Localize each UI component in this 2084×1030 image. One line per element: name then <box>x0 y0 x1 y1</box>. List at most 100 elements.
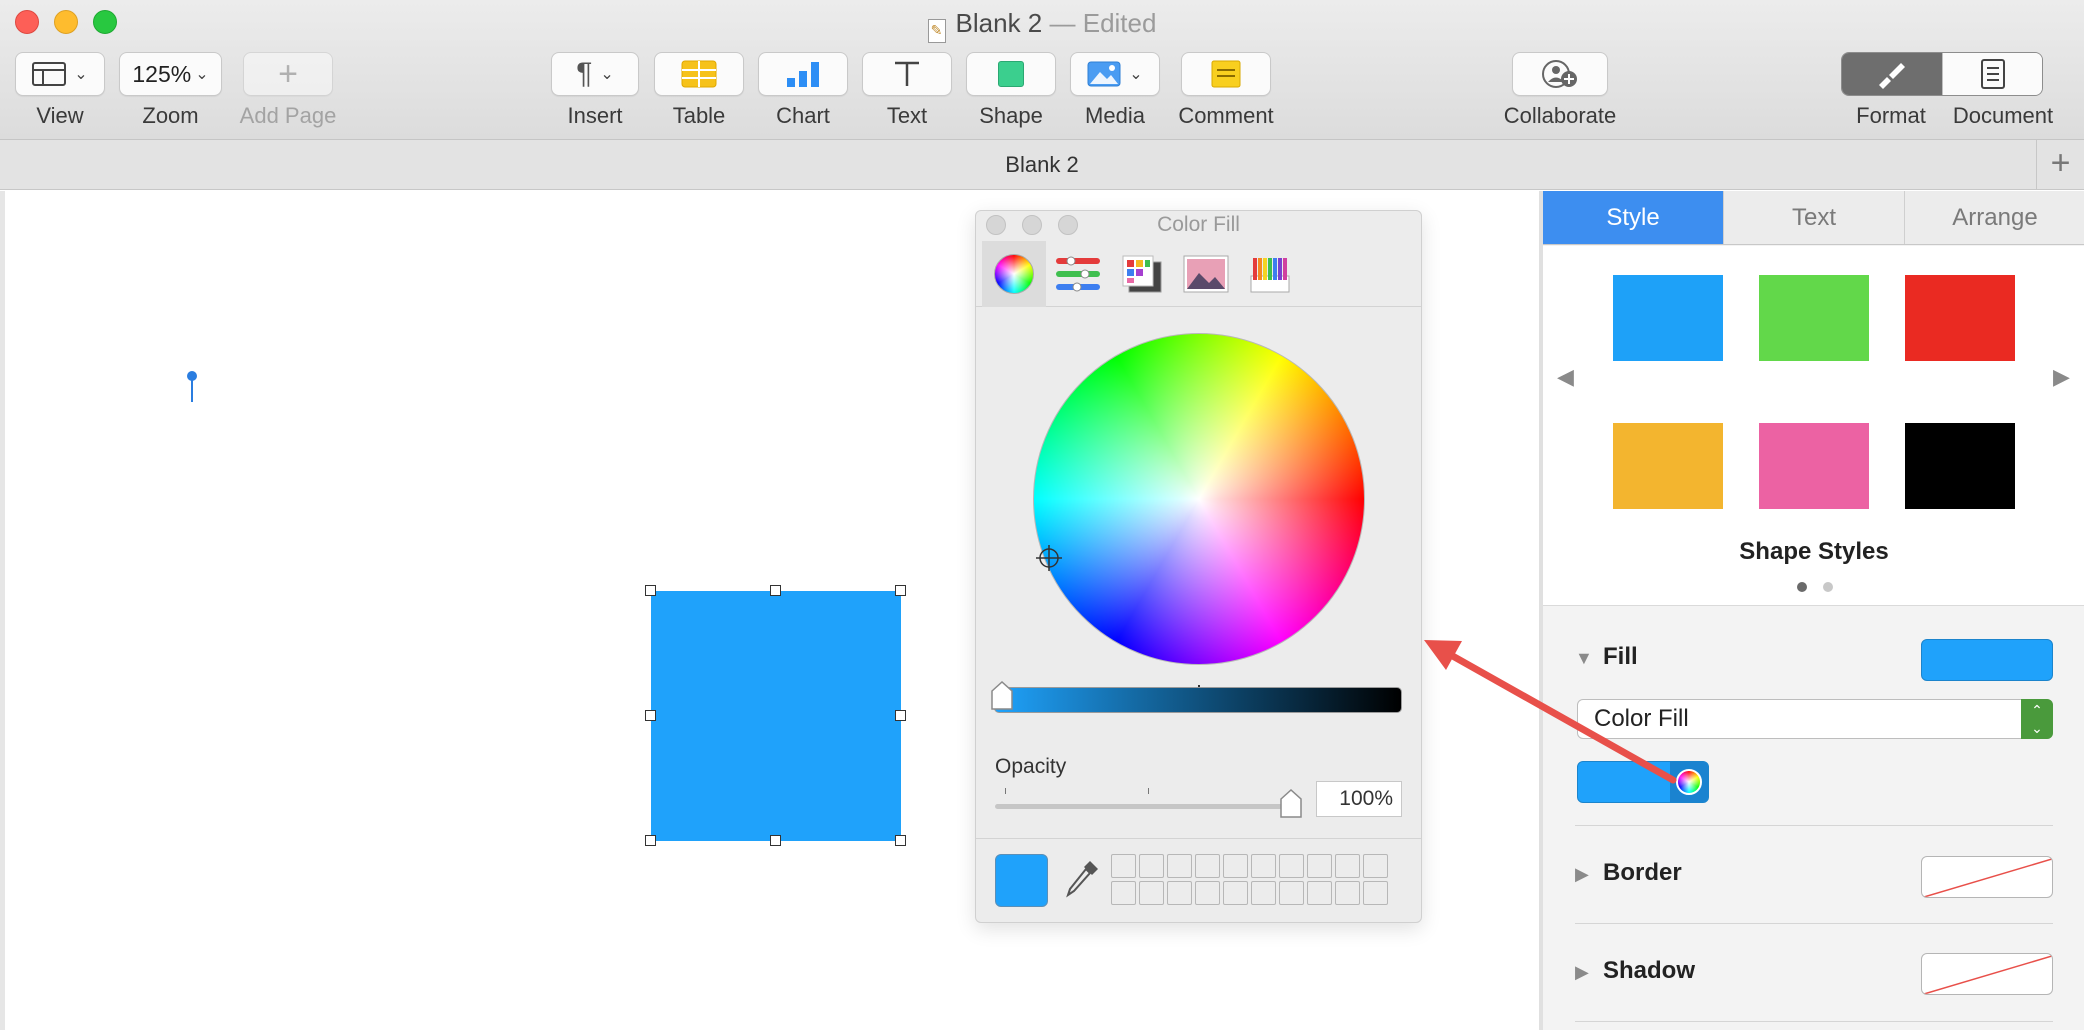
comment-button[interactable] <box>1181 52 1271 96</box>
page-indicator-dot[interactable] <box>1823 582 1833 592</box>
brightness-slider-thumb[interactable] <box>990 681 1014 711</box>
crosshair-icon[interactable] <box>1036 545 1062 571</box>
table-button[interactable] <box>654 52 744 96</box>
fill-type-select[interactable]: Color Fill ⌃ ⌄ <box>1577 699 2053 739</box>
image-palettes-tab[interactable] <box>1174 241 1238 307</box>
window-title: ✎ Blank 2 — Edited <box>0 8 2084 43</box>
color-sliders-tab[interactable] <box>1046 241 1110 307</box>
shape-label: Shape <box>979 103 1043 128</box>
color-sliders-icon <box>1056 256 1100 292</box>
resize-handle[interactable] <box>645 710 656 721</box>
empty-swatch[interactable] <box>1279 854 1304 878</box>
tab-text[interactable]: Text <box>1723 191 1904 244</box>
insert-button[interactable]: ¶ ⌄ <box>551 52 639 96</box>
fill-color-well[interactable] <box>1921 639 2053 681</box>
empty-swatch[interactable] <box>1363 854 1388 878</box>
resize-handle[interactable] <box>770 835 781 846</box>
plus-icon: + <box>278 54 298 93</box>
new-tab-button[interactable]: + <box>2036 140 2084 190</box>
border-label: Border <box>1603 859 1682 886</box>
empty-swatch[interactable] <box>1251 881 1276 905</box>
document-button[interactable] <box>1942 53 2042 95</box>
border-disclosure[interactable]: ▶ Border <box>1575 859 1682 887</box>
resize-handle[interactable] <box>895 585 906 596</box>
view-button[interactable]: ⌄ <box>15 52 105 96</box>
chevron-down-icon: ⌄ <box>1129 66 1143 83</box>
color-panel-toggle[interactable] <box>1670 762 1708 802</box>
border-color-well[interactable] <box>1921 856 2053 898</box>
opacity-value-field[interactable]: 100% <box>1316 781 1402 817</box>
collaborate-button[interactable] <box>1512 52 1608 96</box>
zoom-label: Zoom <box>142 103 199 128</box>
page-indicator-dot[interactable] <box>1797 582 1807 592</box>
resize-handle[interactable] <box>895 710 906 721</box>
opacity-tick <box>1148 788 1149 794</box>
shape-style-swatch[interactable] <box>1759 423 1869 509</box>
brightness-slider[interactable] <box>994 687 1402 713</box>
media-label: Media <box>1085 103 1145 128</box>
opacity-slider-thumb[interactable] <box>1279 789 1303 819</box>
resize-handle[interactable] <box>770 585 781 596</box>
empty-swatch[interactable] <box>1307 854 1332 878</box>
shape-style-swatch[interactable] <box>1905 275 2015 361</box>
pencils-tab[interactable] <box>1238 241 1302 307</box>
shape-style-swatch[interactable] <box>1613 423 1723 509</box>
tab-style[interactable]: Style <box>1543 191 1723 244</box>
shape-button[interactable] <box>966 52 1056 96</box>
chevron-up-down-icon: ⌃ ⌄ <box>2021 699 2053 739</box>
disclosure-down-icon: ▼ <box>1575 648 1593 668</box>
format-button[interactable] <box>1842 53 1942 95</box>
empty-swatch[interactable] <box>1111 881 1136 905</box>
opacity-slider[interactable] <box>995 804 1291 809</box>
empty-swatch[interactable] <box>1251 854 1276 878</box>
collaborate-label: Collaborate <box>1503 103 1617 128</box>
document-tab[interactable]: Blank 2 <box>0 152 2084 178</box>
empty-swatch[interactable] <box>1111 854 1136 878</box>
shadow-disclosure[interactable]: ▶ Shadow <box>1575 957 1695 985</box>
empty-swatch[interactable] <box>1139 881 1164 905</box>
pilcrow-icon: ¶ <box>576 57 593 90</box>
empty-swatch[interactable] <box>1139 854 1164 878</box>
text-button[interactable] <box>862 52 952 96</box>
empty-swatch[interactable] <box>1195 881 1220 905</box>
add-page-button[interactable]: + <box>243 52 333 96</box>
empty-swatch[interactable] <box>1167 881 1192 905</box>
empty-swatch[interactable] <box>1279 881 1304 905</box>
shape-style-swatch[interactable] <box>1759 275 1869 361</box>
previous-styles-arrow-icon[interactable]: ◀ <box>1557 364 1574 390</box>
color-palettes-tab[interactable] <box>1110 241 1174 307</box>
empty-swatch[interactable] <box>1195 854 1220 878</box>
empty-swatch[interactable] <box>1307 881 1332 905</box>
tab-bar: Blank 2 + <box>0 140 2084 190</box>
resize-handle[interactable] <box>645 835 656 846</box>
resize-handle[interactable] <box>645 585 656 596</box>
document-icon: ✎ <box>927 19 946 43</box>
shadow-color-well[interactable] <box>1921 953 2053 995</box>
empty-swatch[interactable] <box>1335 881 1360 905</box>
format-label: Format <box>1856 103 1926 128</box>
empty-swatch[interactable] <box>1223 854 1248 878</box>
disclosure-right-icon: ▶ <box>1575 864 1589 884</box>
current-color-swatch[interactable] <box>995 854 1048 907</box>
edited-status: — Edited <box>1049 8 1157 38</box>
zoom-popup[interactable]: 125% ⌄ <box>119 52 222 96</box>
color-well-button[interactable] <box>1577 761 1709 803</box>
tab-arrange[interactable]: Arrange <box>1904 191 2084 244</box>
resize-handle[interactable] <box>895 835 906 846</box>
color-wheel-tab[interactable] <box>982 241 1046 307</box>
selected-shape[interactable] <box>645 585 906 846</box>
chart-button[interactable] <box>758 52 848 96</box>
color-wheel[interactable] <box>1033 333 1365 665</box>
media-button[interactable]: ⌄ <box>1070 52 1160 96</box>
empty-swatch[interactable] <box>1223 881 1248 905</box>
empty-swatch[interactable] <box>1335 854 1360 878</box>
empty-swatch[interactable] <box>1167 854 1192 878</box>
chevron-down-icon: ⌄ <box>600 66 614 83</box>
eyedropper-icon[interactable] <box>1064 859 1100 899</box>
shape-style-swatch[interactable] <box>1905 423 2015 509</box>
fill-disclosure[interactable]: ▼ Fill <box>1575 643 1638 671</box>
shape-style-swatch[interactable] <box>1613 275 1723 361</box>
color-fill-panel: Color Fill Opacity 100% <box>975 210 1422 923</box>
empty-swatch[interactable] <box>1363 881 1388 905</box>
next-styles-arrow-icon[interactable]: ▶ <box>2053 364 2070 390</box>
